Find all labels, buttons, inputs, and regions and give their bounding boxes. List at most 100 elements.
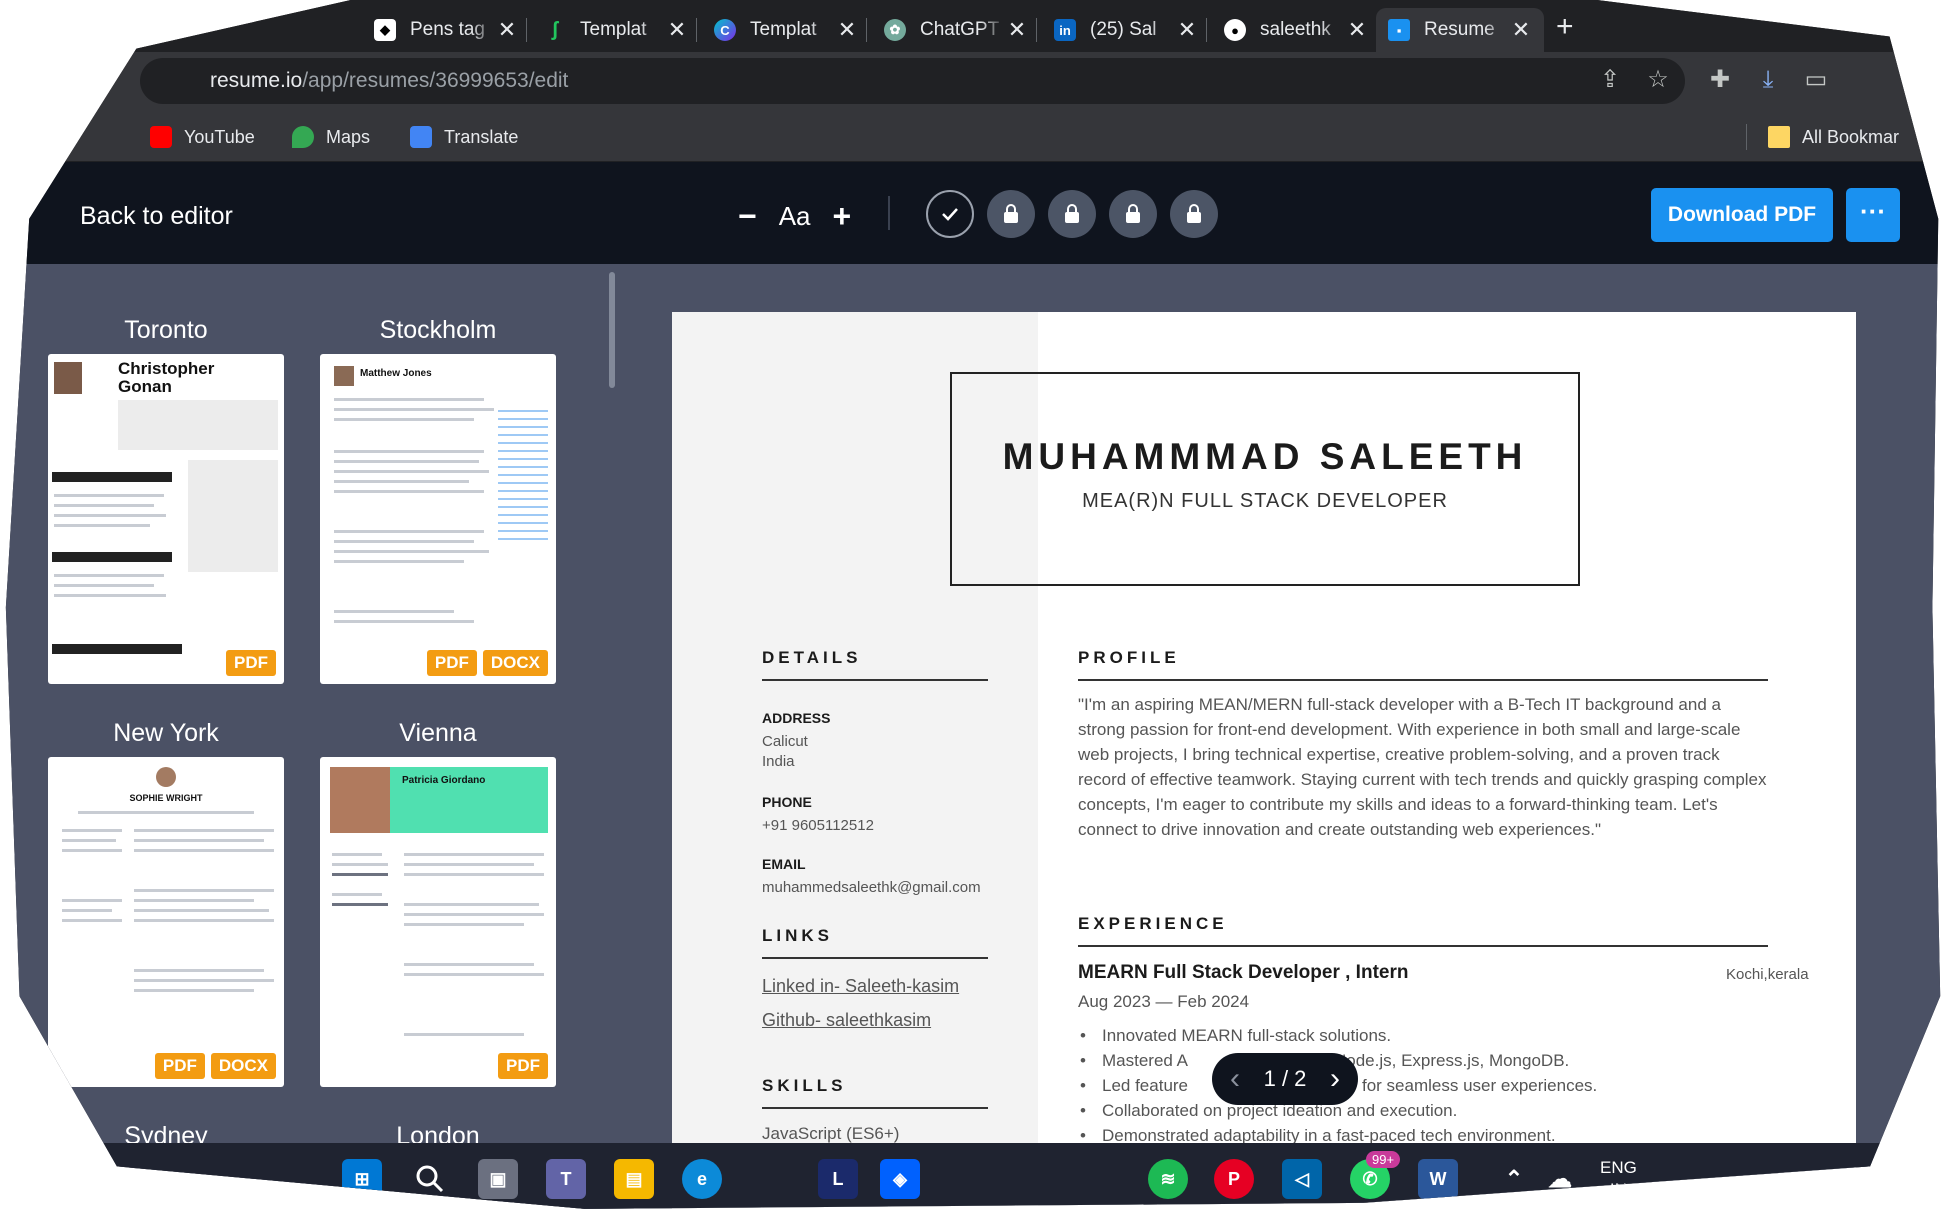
- file-explorer-icon[interactable]: ▤: [614, 1159, 654, 1199]
- edge-icon[interactable]: e: [682, 1159, 722, 1199]
- phone-value: +91 9605112512: [762, 817, 874, 834]
- address-bar[interactable]: resume.io/app/resumes/36999653/edit: [140, 58, 1685, 104]
- color-option-locked[interactable]: [1048, 190, 1096, 238]
- gallery-scrollbar[interactable]: [609, 272, 615, 388]
- previous-page-button[interactable]: ‹: [1230, 1062, 1240, 1096]
- email-label: EMAIL: [762, 856, 806, 872]
- thumb-photo: [330, 767, 390, 833]
- font-increase-button[interactable]: +: [833, 198, 852, 235]
- tab-close-icon[interactable]: ✕: [1006, 17, 1028, 43]
- teams-icon[interactable]: T: [546, 1159, 586, 1199]
- word-icon[interactable]: W: [1418, 1159, 1458, 1199]
- color-option-locked[interactable]: [1170, 190, 1218, 238]
- chevron-up-icon[interactable]: ⌃: [1494, 1159, 1534, 1199]
- onedrive-icon[interactable]: ☁: [1540, 1159, 1580, 1199]
- start-icon[interactable]: ⊞: [342, 1159, 382, 1199]
- address-line: Calicut: [762, 733, 808, 750]
- thumb-line: [334, 408, 494, 411]
- lock-icon: [1065, 204, 1079, 223]
- tab-close-icon[interactable]: ✕: [666, 17, 688, 43]
- linkedin-link[interactable]: Linked in- Saleeth-kasim: [762, 976, 959, 997]
- thumb-line: [404, 963, 534, 966]
- bookmark-youtube[interactable]: YouTube: [150, 124, 255, 150]
- tab-template-2[interactable]: C Templat ✕: [702, 8, 870, 52]
- extensions-icon[interactable]: ✚: [1706, 66, 1734, 94]
- thumb-name: Christopher Gonan: [118, 359, 215, 396]
- thumb-line: [334, 550, 489, 553]
- bookmark-maps[interactable]: Maps: [292, 124, 370, 150]
- search-icon[interactable]: [410, 1159, 450, 1199]
- font-decrease-button[interactable]: −: [738, 198, 757, 235]
- more-options-button[interactable]: ···: [1846, 188, 1900, 242]
- thumb-line: [404, 853, 544, 856]
- all-bookmarks[interactable]: All Bookmar: [1768, 124, 1899, 150]
- bookmarks-bar: YouTube Maps Translate All Bookmar: [5, 112, 1941, 162]
- job-title: MEARN Full Stack Developer , Intern: [1078, 962, 1409, 983]
- download-pdf-button[interactable]: Download PDF: [1651, 188, 1833, 242]
- pdf-badge: PDF: [226, 650, 276, 676]
- bookmark-translate[interactable]: Translate: [410, 124, 518, 150]
- linkedin-icon: in: [1054, 19, 1076, 41]
- dropbox-icon[interactable]: ◈: [880, 1159, 920, 1199]
- share-icon[interactable]: ⇪: [1596, 66, 1624, 94]
- experience-bullet: Led feature: [1080, 1076, 1188, 1096]
- app-icon[interactable]: L: [818, 1159, 858, 1199]
- thumb-name: Matthew Jones: [360, 368, 432, 379]
- thumb-skills-column: [498, 404, 548, 544]
- thumb-line: [404, 973, 544, 976]
- profile-heading: PROFILE: [1078, 648, 1768, 681]
- tab-codepen[interactable]: ◆ Pens tag ✕: [362, 8, 530, 52]
- notification-badge: 99+: [1366, 1151, 1401, 1168]
- spotify-icon[interactable]: ≋: [1148, 1159, 1188, 1199]
- thumb-line: [54, 494, 164, 497]
- resume-icon: ▪: [1388, 19, 1410, 41]
- tab-github[interactable]: ● saleethk ✕: [1212, 8, 1380, 52]
- font-label: Aa: [778, 201, 811, 231]
- thumb-line: [334, 560, 464, 563]
- bookmark-label: YouTube: [184, 126, 255, 147]
- task-view-icon[interactable]: ▣: [478, 1159, 518, 1199]
- language-indicator[interactable]: ENG IN: [1600, 1157, 1637, 1201]
- template-card-vienna[interactable]: Patricia Giordano PDF: [320, 757, 556, 1087]
- template-name: Stockholm: [379, 316, 497, 344]
- color-option-selected[interactable]: [926, 190, 974, 238]
- pinterest-icon[interactable]: P: [1214, 1159, 1254, 1199]
- download-icon[interactable]: ⤓: [1754, 66, 1782, 94]
- tab-linkedin[interactable]: in (25) Sal ✕: [1042, 8, 1210, 52]
- url-path: /app/resumes/36999653/edit: [302, 69, 569, 92]
- thumb-line: [134, 849, 274, 852]
- template-card-new-york[interactable]: SOPHIE WRIGHT PDF DOCX: [48, 757, 284, 1087]
- font-size-control: − Aa +: [738, 198, 851, 235]
- thumb-line: [334, 480, 469, 483]
- template-card-toronto[interactable]: Christopher Gonan PDF: [48, 354, 284, 684]
- tab-close-icon[interactable]: ✕: [1346, 17, 1368, 43]
- github-link[interactable]: Github- saleethkasim: [762, 1010, 931, 1031]
- thumb-line: [332, 863, 388, 866]
- thumb-heading-bar: [52, 472, 172, 482]
- tab-resume[interactable]: ▪ Resume ✕: [1376, 8, 1544, 52]
- color-option-locked[interactable]: [987, 190, 1035, 238]
- thumb-line: [334, 530, 484, 533]
- thumb-line: [54, 574, 164, 577]
- tab-template-1[interactable]: ʃ Templat ✕: [532, 8, 700, 52]
- sidepanel-icon[interactable]: ▭: [1802, 66, 1830, 94]
- tab-close-icon[interactable]: ✕: [1510, 17, 1532, 43]
- pdf-badge: PDF: [154, 1053, 205, 1079]
- bookmark-star-icon[interactable]: ☆: [1644, 66, 1672, 94]
- bookmark-label: Maps: [326, 126, 371, 147]
- tab-close-icon[interactable]: ✕: [1176, 17, 1198, 43]
- new-tab-button[interactable]: +: [1556, 10, 1574, 44]
- vscode-icon[interactable]: ◁: [1282, 1159, 1322, 1199]
- language-code: ENG: [1600, 1158, 1637, 1177]
- tab-title: Pens tag: [410, 19, 485, 40]
- thumb-line: [62, 839, 116, 842]
- color-option-locked[interactable]: [1109, 190, 1157, 238]
- back-to-editor-button[interactable]: Back to editor: [80, 202, 233, 231]
- next-page-button[interactable]: ›: [1330, 1062, 1340, 1096]
- tab-chatgpt[interactable]: ✿ ChatGPT ✕: [872, 8, 1040, 52]
- thumb-line: [334, 470, 489, 473]
- tab-close-icon[interactable]: ✕: [496, 17, 518, 43]
- skills-heading: SKILLS: [762, 1076, 988, 1109]
- template-card-stockholm[interactable]: Matthew Jones PDF DOCX: [320, 354, 556, 684]
- tab-close-icon[interactable]: ✕: [836, 17, 858, 43]
